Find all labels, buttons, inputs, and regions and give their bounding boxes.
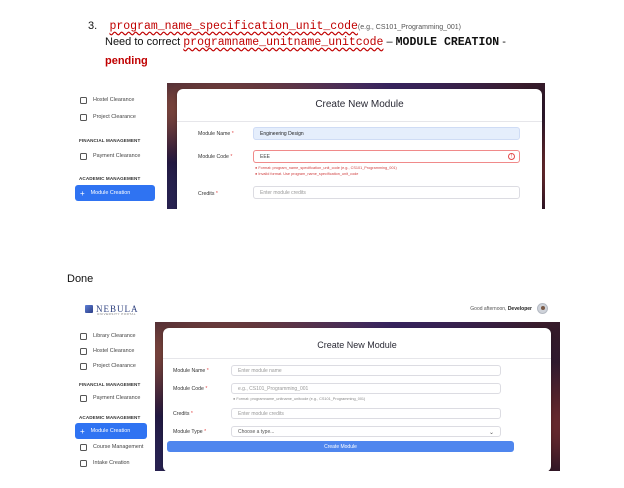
trail-dash: -: [499, 36, 506, 48]
sidebar-item-project[interactable]: Project Clearance: [75, 358, 136, 374]
done-label: Done: [67, 273, 94, 285]
sidebar-item-payment[interactable]: Payment Clearance: [75, 390, 140, 406]
sidebar-item-intake-creation[interactable]: Intake Creation: [75, 455, 130, 471]
format-hint: ● Format: program_name_specification_uni…: [255, 166, 397, 170]
section-financial: FINANCIAL MANAGEMENT: [79, 138, 141, 143]
module-type-select[interactable]: Choose a type... ⌄: [231, 426, 501, 437]
document-icon: [80, 96, 87, 104]
logo-subtitle: UNIVERSITY PORTAL: [97, 312, 137, 316]
module-creation-tag: MODULE CREATION: [395, 36, 500, 49]
module-name-label: Module Name *: [173, 368, 209, 374]
sidebar-item-module-creation[interactable]: + Module Creation: [75, 185, 155, 201]
module-code-input[interactable]: EEE !: [253, 150, 520, 163]
chevron-down-icon: ⌄: [488, 430, 494, 436]
section-financial: FINANCIAL MANAGEMENT: [79, 382, 141, 387]
sidebar: Library Clearance Hostel Clearance Proje…: [67, 322, 155, 471]
section-academic: ACADEMIC MANAGEMENT: [79, 176, 141, 181]
sidebar-item-label: Payment Clearance: [93, 153, 141, 159]
list-number: 3.: [88, 20, 98, 32]
sidebar-item-label: Module Creation: [90, 428, 131, 434]
sidebar-item-project[interactable]: Project Clearance: [75, 109, 136, 125]
sidebar-item-library[interactable]: Library Clearance: [75, 328, 136, 344]
title-divider: [177, 121, 542, 122]
credits-label: Credits *: [173, 411, 193, 417]
module-name-label: Module Name *: [198, 131, 234, 137]
space-background: Create New Module Module Name * Engineer…: [167, 83, 545, 209]
module-type-value: Choose a type...: [238, 428, 275, 435]
sidebar-item-label: Payment Clearance: [93, 395, 141, 401]
plus-icon: +: [80, 426, 85, 436]
sidebar-item-payment[interactable]: Payment Clearance: [75, 148, 140, 164]
pencil-icon: [80, 459, 87, 467]
sidebar-item-label: Project Clearance: [93, 363, 136, 369]
top-bar: NEBULA UNIVERSITY PORTAL Good afternoon,…: [67, 298, 560, 322]
credits-label: Credits *: [198, 191, 218, 197]
sidebar-item-label: Course Management: [93, 444, 144, 450]
correct-prefix: Need to correct: [105, 36, 184, 48]
sidebar-item-hostel[interactable]: Hostel Clearance: [75, 343, 134, 359]
module-name-input[interactable]: Engineering Design: [253, 127, 520, 140]
error-icon: !: [508, 153, 515, 160]
credit-card-icon: [80, 394, 87, 402]
sidebar-item-hostel[interactable]: Hostel Clearance: [75, 92, 134, 108]
correct-code: programname_unitname_unitcode: [183, 36, 384, 49]
module-type-label: Module Type *: [173, 429, 207, 435]
before-screenshot: Hostel Clearance Project Clearance FINAN…: [67, 83, 545, 209]
create-module-button[interactable]: Create Module: [167, 441, 514, 452]
create-module-card: Create New Module Module Name * Enter mo…: [163, 328, 551, 471]
briefcase-icon: [80, 113, 87, 121]
section-academic: ACADEMIC MANAGEMENT: [79, 415, 141, 420]
book-icon: [80, 332, 87, 340]
card-title: Create New Module: [315, 99, 404, 110]
module-code-input[interactable]: e.g., CS101_Programming_001: [231, 383, 501, 394]
credits-input[interactable]: Enter module credits: [253, 186, 520, 199]
module-code-value: EEE: [260, 153, 271, 160]
sidebar-item-label: Hostel Clearance: [93, 97, 135, 103]
logo-mark-icon: [85, 305, 93, 313]
pending-label: pending: [105, 55, 148, 67]
note-block: 3. program_name_specification_unit_code(…: [88, 16, 608, 49]
sidebar-item-module-creation[interactable]: + Module Creation: [75, 423, 147, 439]
create-module-card: Create New Module Module Name * Engineer…: [177, 89, 542, 209]
sidebar-item-label: Intake Creation: [93, 460, 130, 466]
card-title: Create New Module: [317, 340, 397, 350]
credit-card-icon: [80, 152, 87, 160]
module-code-label: Module Code *: [173, 386, 208, 392]
note-line-2: Need to correct programname_unitname_uni…: [88, 32, 608, 49]
avatar[interactable]: [537, 303, 548, 314]
document-icon: [80, 347, 87, 355]
space-background: Create New Module Module Name * Enter mo…: [155, 322, 560, 471]
credits-input[interactable]: Enter module credits: [231, 408, 501, 419]
sidebar-item-label: Library Clearance: [93, 333, 136, 339]
book-icon: [80, 443, 87, 451]
sidebar-item-label: Hostel Clearance: [93, 348, 135, 354]
after-screenshot: NEBULA UNIVERSITY PORTAL Good afternoon,…: [67, 298, 560, 471]
sidebar: Hostel Clearance Project Clearance FINAN…: [67, 83, 167, 209]
module-name-input[interactable]: Enter module name: [231, 365, 501, 376]
format-hint: ● Format: programname_unitname_unitcode …: [233, 397, 366, 401]
sidebar-item-label: Module Creation: [90, 190, 131, 196]
greeting: Good afternoon, Developer: [470, 306, 532, 312]
sidebar-item-course-management[interactable]: Course Management: [75, 439, 143, 455]
plus-icon: +: [80, 188, 85, 198]
spec-example: (e.g., CS101_Programming_001): [357, 24, 462, 31]
sidebar-item-label: Project Clearance: [93, 114, 136, 120]
module-code-label: Module Code *: [198, 154, 233, 160]
note-line-1: 3. program_name_specification_unit_code(…: [88, 16, 608, 33]
correct-dash: –: [383, 36, 396, 48]
error-hint: ● Invalid format. Use program_name_speci…: [255, 172, 359, 176]
briefcase-icon: [80, 362, 87, 370]
title-divider: [163, 358, 551, 359]
